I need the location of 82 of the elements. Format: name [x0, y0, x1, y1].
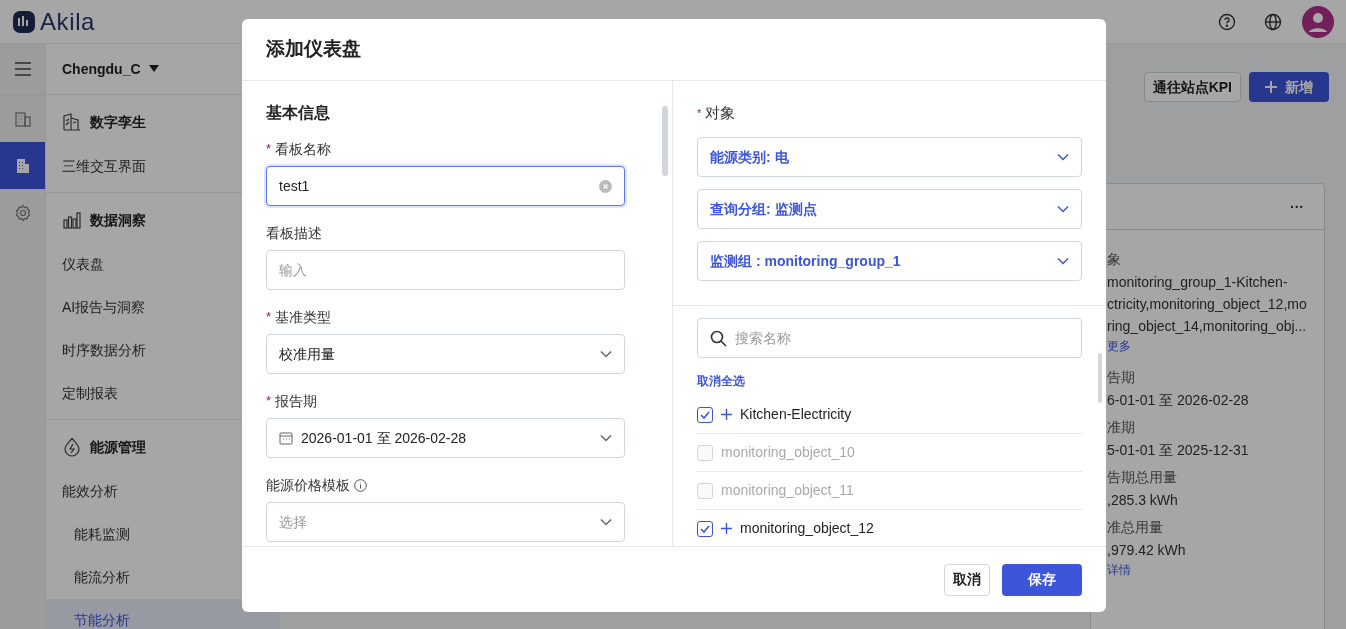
avatar-icon[interactable]	[1302, 5, 1334, 38]
list-item-label: monitoring_object_10	[721, 443, 855, 462]
help-icon[interactable]	[1218, 12, 1236, 31]
building-icon	[13, 109, 32, 128]
group-title: 数字孪生	[90, 112, 146, 132]
deselect-all-link[interactable]: 取消全选	[697, 372, 1082, 390]
caret-icon	[148, 65, 159, 73]
field-value: ,979.42 kWh	[1107, 541, 1187, 560]
dialog-title: 添加仪表盘	[266, 37, 361, 62]
save-button[interactable]: 保存	[1002, 563, 1082, 596]
settings-icon	[13, 203, 32, 222]
field-label: 基准类型	[275, 307, 332, 327]
text-input[interactable]: 输入	[279, 259, 612, 281]
filter-select[interactable]: 监测组 : monitoring_group_1	[697, 241, 1082, 281]
field-label: 报告期	[275, 391, 318, 411]
field-value: 5-01-01 至 2025-12-31	[1107, 441, 1250, 460]
date-range-picker[interactable]: 2026-01-01 至 2026-02-28	[266, 418, 625, 458]
field-value: monitoring_group_1-Kitchen-	[1107, 273, 1289, 292]
group-title: 数据洞察	[90, 210, 146, 230]
search-field[interactable]: 搜索名称	[697, 318, 1082, 358]
input-field[interactable]: test1	[266, 166, 625, 206]
field-label: 告期	[1107, 368, 1136, 387]
check-icon	[700, 410, 710, 419]
chevron-down-icon	[600, 434, 612, 442]
required-mark: *	[266, 140, 272, 159]
chevron-down-icon	[600, 518, 612, 526]
field-label: 象	[1107, 250, 1122, 269]
info-icon[interactable]	[354, 478, 367, 492]
input-field[interactable]: 输入	[266, 250, 625, 290]
more-menu[interactable]: ···	[1290, 199, 1304, 214]
filter-select[interactable]: 能源类别: 电	[697, 137, 1082, 177]
group-title: 能源管理	[90, 437, 146, 457]
field-value: ,285.3 kWh	[1107, 491, 1179, 510]
chevron-down-icon	[1057, 153, 1069, 161]
required-mark: *	[697, 105, 702, 121]
globe-icon[interactable]	[1264, 12, 1282, 31]
building-icon	[62, 112, 82, 132]
list-item-label: monitoring_object_11	[721, 481, 854, 500]
chevron-down-icon	[600, 350, 612, 358]
required-mark: *	[266, 308, 272, 327]
bar-chart-icon	[62, 210, 82, 230]
link[interactable]: 详情	[1107, 561, 1316, 581]
field-label: 准期	[1107, 418, 1136, 437]
section-title: 基本信息	[266, 103, 331, 123]
logo-icon	[12, 9, 36, 34]
scrollbar[interactable]	[662, 106, 668, 176]
site-selector[interactable]: Chengdu_C	[62, 58, 159, 80]
list-item-label: Kitchen-Electricity	[740, 405, 852, 424]
kpi-button[interactable]: 通往站点KPI	[1143, 72, 1241, 102]
field-label: 准总用量	[1107, 518, 1164, 537]
select-field[interactable]: 校准用量	[266, 334, 625, 374]
search-input[interactable]: 搜索名称	[735, 327, 1069, 349]
field-value: 6-01-01 至 2026-02-28	[1107, 391, 1250, 410]
cancel-button[interactable]: 取消	[944, 563, 990, 596]
chevron-down-icon	[1057, 257, 1069, 265]
checkbox[interactable]	[697, 520, 713, 537]
logo-text: Akila	[40, 6, 96, 37]
field-label: 看板描述	[266, 223, 322, 243]
search-icon	[710, 329, 727, 347]
link[interactable]: 更多	[1107, 337, 1316, 357]
required-mark: *	[266, 392, 272, 411]
filter-select[interactable]: 查询分组: 监测点	[697, 189, 1082, 229]
plus-icon[interactable]	[721, 523, 732, 534]
add-button[interactable]: 新增	[1249, 72, 1329, 102]
field-value: ctricity,monitoring_object_12,mo	[1107, 295, 1308, 314]
text-input[interactable]: test1	[279, 175, 599, 197]
calendar-icon	[279, 431, 293, 445]
lightning-icon	[62, 437, 82, 457]
sidebar-item[interactable]: 节能分析	[46, 599, 278, 629]
plus-icon[interactable]	[721, 409, 732, 420]
field-value: ring_object_14,monitoring_obj...	[1107, 317, 1308, 336]
checkbox[interactable]	[697, 406, 713, 423]
chevron-down-icon	[1057, 205, 1069, 213]
scrollbar[interactable]	[1098, 353, 1102, 403]
check-icon	[700, 524, 710, 533]
field-label: 对象	[705, 102, 736, 123]
plus-icon	[1265, 81, 1277, 93]
menu-icon[interactable]	[13, 62, 32, 76]
field-label: 能源价格模板	[266, 475, 350, 495]
list-item-label: monitoring_object_12	[740, 519, 874, 538]
field-label: 看板名称	[275, 139, 332, 159]
field-label: 告期总用量	[1107, 468, 1178, 487]
